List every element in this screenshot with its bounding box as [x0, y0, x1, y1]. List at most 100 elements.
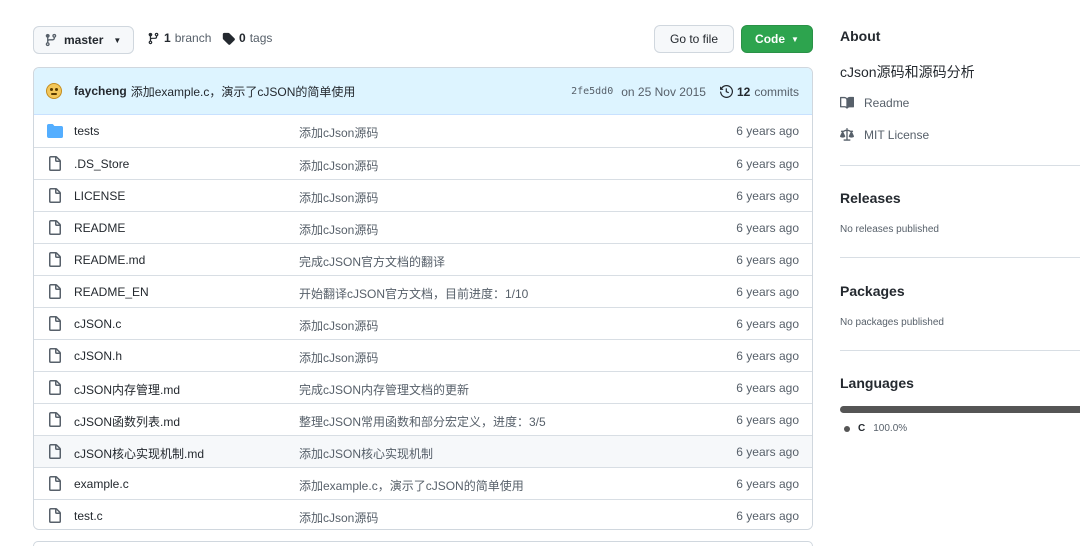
file-commit-message-link[interactable]: 添加cJson源码: [299, 157, 378, 174]
file-name-link[interactable]: README_EN: [74, 285, 149, 299]
file-icon: [47, 348, 63, 364]
book-icon: [840, 96, 854, 109]
file-name-link[interactable]: README.md: [74, 253, 145, 267]
git-branch-icon: [148, 32, 159, 44]
languages-heading: Languages: [840, 375, 914, 391]
file-commit-message-link[interactable]: 添加cJson源码: [299, 509, 378, 526]
file-icon: [47, 252, 63, 268]
file-list: faycheng 添加example.c，演示了cJSON的简单使用 2fe5d…: [33, 67, 813, 530]
file-row[interactable]: cJSON.h 添加cJson源码 6 years ago: [34, 339, 812, 371]
branches-link[interactable]: 1 branch: [147, 31, 211, 45]
branch-name: master: [64, 33, 104, 47]
license-link[interactable]: MIT License: [840, 128, 929, 142]
file-name-link[interactable]: .DS_Store: [74, 157, 129, 171]
file-commit-message-link[interactable]: 完成cJSON官方文档的翻译: [299, 253, 445, 270]
file-commit-age: 6 years ago: [736, 445, 799, 459]
file-icon: [47, 284, 63, 300]
file-row[interactable]: LICENSE 添加cJson源码 6 years ago: [34, 179, 812, 211]
readme-link[interactable]: Readme: [840, 96, 909, 110]
language-percent: 100.0%: [873, 423, 908, 434]
file-row[interactable]: cJSON内存管理.md 完成cJSON内存管理文档的更新 6 years ago: [34, 371, 812, 403]
file-row[interactable]: tests 添加cJson源码 6 years ago: [34, 115, 812, 147]
language-dot: [844, 425, 850, 432]
tag-word: tags: [249, 31, 273, 45]
caret-down-icon: ▼: [113, 35, 122, 45]
commit-date[interactable]: on 25 Nov 2015: [621, 85, 706, 99]
file-commit-message-link[interactable]: 添加example.c，演示了cJSON的简单使用: [299, 477, 524, 494]
sidebar-divider: [840, 350, 1080, 351]
releases-empty-text: No releases published: [840, 224, 939, 235]
file-name-link[interactable]: cJSON.h: [74, 349, 122, 363]
file-commit-age: 6 years ago: [736, 413, 799, 427]
repo-toolbar: master ▼ 1 branch 0 tags Go to file Code…: [33, 25, 813, 54]
branch-select-button[interactable]: master ▼: [33, 26, 135, 54]
file-commit-message-link[interactable]: 添加cJson源码: [299, 221, 378, 238]
packages-heading[interactable]: Packages: [840, 283, 905, 299]
file-commit-message-link[interactable]: 添加cJson源码: [299, 189, 378, 206]
readme-box-edge: [33, 541, 813, 546]
tag-icon: [222, 32, 235, 45]
license-label: MIT License: [864, 128, 930, 142]
file-row[interactable]: cJSON.c 添加cJson源码 6 years ago: [34, 307, 812, 339]
file-icon: [47, 316, 63, 332]
git-branch-icon: [45, 33, 57, 47]
file-row[interactable]: README 添加cJson源码 6 years ago: [34, 211, 812, 243]
file-name-link[interactable]: example.c: [74, 477, 129, 491]
avatar[interactable]: [46, 83, 62, 99]
repo-sidebar: About cJson源码和源码分析 Readme MIT License Re…: [840, 0, 1080, 546]
file-commit-age: 6 years ago: [736, 349, 799, 363]
history-icon: [719, 85, 733, 98]
file-row[interactable]: README_EN 开始翻译cJSON官方文档，目前进度：1/10 6 years …: [34, 275, 812, 307]
sidebar-divider: [840, 165, 1080, 166]
file-commit-message-link[interactable]: 完成cJSON内存管理文档的更新: [299, 381, 469, 398]
releases-heading[interactable]: Releases: [840, 190, 901, 206]
file-name-link[interactable]: test.c: [74, 509, 103, 523]
file-commit-age: 6 years ago: [736, 317, 799, 331]
branch-word: branch: [174, 31, 212, 45]
file-row[interactable]: README.md 完成cJSON官方文档的翻译 6 years ago: [34, 243, 812, 275]
file-commit-age: 6 years ago: [736, 221, 799, 235]
caret-down-icon: ▼: [791, 34, 799, 44]
commit-count: 12: [736, 84, 751, 99]
file-icon: [47, 380, 63, 396]
file-commit-message-link[interactable]: 整理cJSON常用函数和部分宏定义，进度：3/5: [299, 413, 546, 430]
about-heading: About: [840, 28, 881, 44]
go-to-file-button[interactable]: Go to file: [654, 25, 734, 53]
tag-count: 0: [239, 31, 246, 45]
commit-author[interactable]: faycheng: [74, 84, 127, 98]
commit-sha[interactable]: 2fe5dd0: [571, 86, 613, 97]
file-commit-message-link[interactable]: 添加cJSON核心实现机制: [299, 445, 433, 462]
file-commit-message-link[interactable]: 开始翻译cJSON官方文档，目前进度：1/10: [299, 285, 528, 302]
file-row[interactable]: test.c 添加cJson源码 6 years ago: [34, 499, 812, 529]
file-commit-message-link[interactable]: 添加cJson源码: [299, 317, 378, 334]
file-name-link[interactable]: LICENSE: [74, 189, 125, 203]
language-item-c[interactable]: C 100.0%: [844, 423, 907, 434]
file-name-link[interactable]: cJSON内存管理.md: [74, 381, 180, 398]
code-button[interactable]: Code ▼: [741, 25, 813, 53]
commit-message[interactable]: 添加example.c，演示了cJSON的简单使用: [131, 83, 356, 100]
file-name-link[interactable]: cJSON.c: [74, 317, 121, 331]
file-icon: [47, 412, 63, 428]
file-row[interactable]: cJSON核心实现机制.md 添加cJSON核心实现机制 6 years ago: [34, 435, 812, 467]
file-commit-age: 6 years ago: [736, 253, 799, 267]
file-row[interactable]: example.c 添加example.c，演示了cJSON的简单使用 6 year…: [34, 467, 812, 499]
file-icon: [47, 508, 63, 524]
packages-empty-text: No packages published: [840, 317, 944, 328]
file-commit-message-link[interactable]: 添加cJson源码: [299, 349, 378, 366]
commits-link[interactable]: 12 commits: [719, 84, 799, 99]
file-commit-age: 6 years ago: [736, 285, 799, 299]
file-name-link[interactable]: tests: [74, 124, 99, 138]
file-row[interactable]: .DS_Store 添加cJson源码 6 years ago: [34, 147, 812, 179]
file-row[interactable]: cJSON函数列表.md 整理cJSON常用函数和部分宏定义，进度：3/5 6 ye…: [34, 403, 812, 435]
file-name-link[interactable]: cJSON函数列表.md: [74, 413, 180, 430]
file-icon: [47, 220, 63, 236]
file-commit-age: 6 years ago: [736, 189, 799, 203]
file-name-link[interactable]: README: [74, 221, 125, 235]
file-commit-age: 6 years ago: [736, 509, 799, 523]
file-icon: [47, 476, 63, 492]
file-commit-message-link[interactable]: 添加cJson源码: [299, 124, 378, 141]
file-name-link[interactable]: cJSON核心实现机制.md: [74, 445, 204, 462]
folder-icon: [47, 123, 63, 139]
latest-commit-bar: faycheng 添加example.c，演示了cJSON的简单使用 2fe5d…: [34, 68, 812, 115]
tags-link[interactable]: 0 tags: [222, 31, 272, 45]
